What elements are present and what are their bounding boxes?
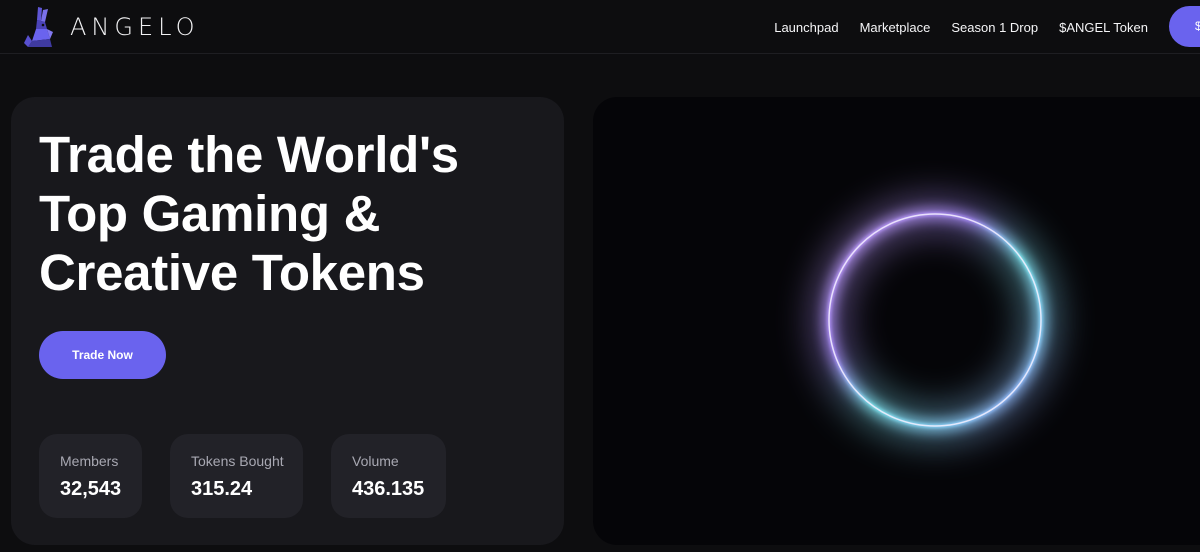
top-navbar: ANGELO Launchpad Marketplace Season 1 Dr… [0, 0, 1200, 54]
nav-link-season-1-drop[interactable]: Season 1 Drop [951, 20, 1038, 35]
stat-value: 315.24 [191, 478, 253, 500]
stat-label: Members [60, 453, 119, 469]
stat-label: Volume [352, 453, 399, 469]
hero-card: Trade the World's Top Gaming & Creative … [11, 97, 564, 545]
stat-value: 436.135 [352, 478, 425, 500]
trade-now-button[interactable]: Trade Now [39, 331, 166, 379]
brand-logo[interactable]: ANGELO [22, 5, 200, 49]
nav-link-angel-token[interactable]: $ANGEL Token [1059, 20, 1148, 35]
nav-cta-button[interactable]: $ [1169, 6, 1200, 47]
ring-core [827, 212, 1043, 428]
hero-title: Trade the World's Top Gaming & Creative … [39, 126, 459, 301]
main-nav: Launchpad Marketplace Season 1 Drop $ANG… [774, 0, 1148, 54]
stat-card-volume: Volume 436.135 [331, 434, 446, 518]
rabbit-logo-icon [24, 7, 53, 47]
hero-visual-panel [593, 97, 1200, 545]
stat-value: 32,543 [60, 478, 122, 500]
nav-link-launchpad[interactable]: Launchpad [774, 20, 838, 35]
glowing-ring-graphic [812, 197, 1058, 443]
stat-card-tokens-bought: Tokens Bought 315.24 [170, 434, 303, 518]
nav-link-marketplace[interactable]: Marketplace [860, 20, 931, 35]
stat-label: Tokens Bought [191, 453, 284, 469]
brand-name: ANGELO [70, 13, 200, 41]
stat-card-members: Members 32,543 [39, 434, 142, 518]
